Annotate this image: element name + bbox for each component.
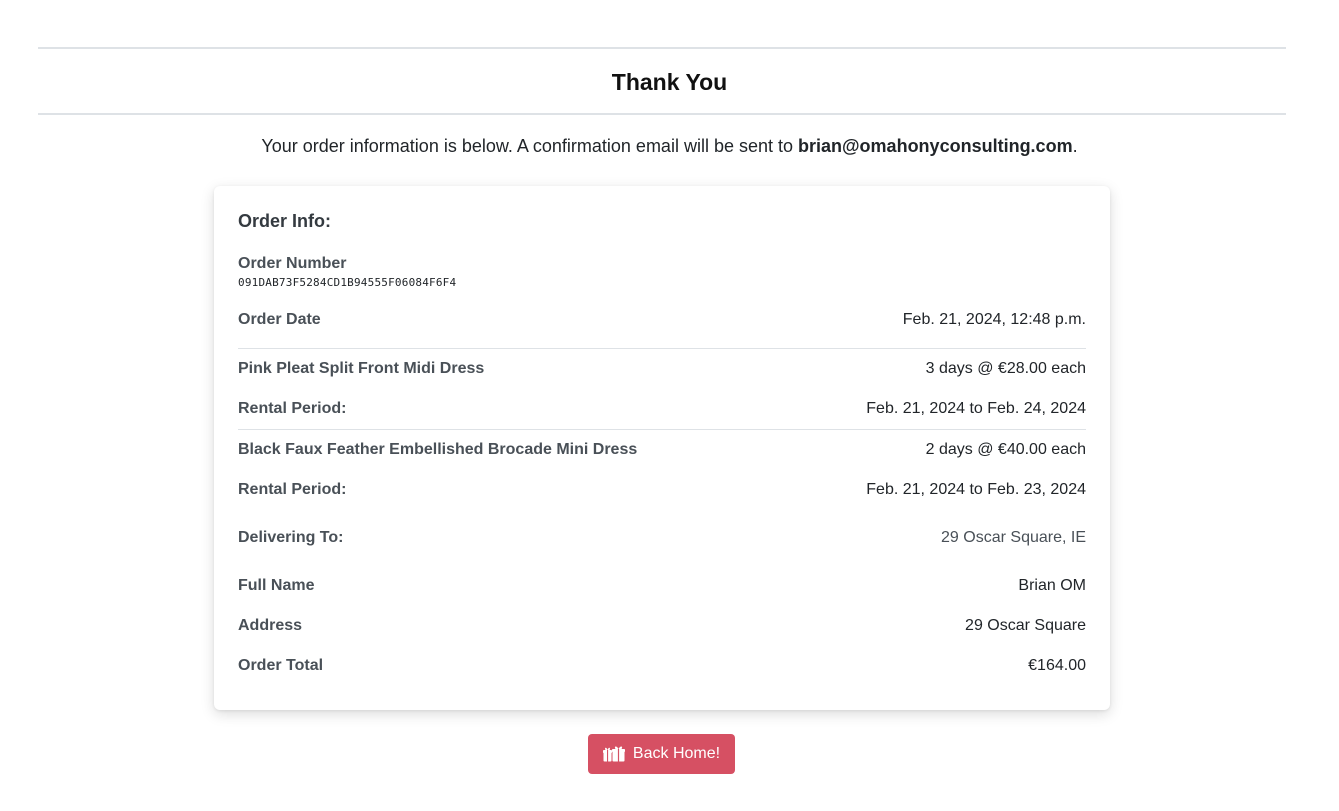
back-home-label: Back Home!: [632, 745, 721, 762]
address-value: 29 Oscar Square: [965, 617, 1086, 634]
rental-period-value: Feb. 21, 2024 to Feb. 24, 2024: [866, 400, 1086, 417]
order-date-row: Order Date Feb. 21, 2024, 12:48 p.m.: [238, 308, 1086, 332]
full-name-label: Full Name: [238, 577, 315, 594]
order-total-value: €164.00: [1028, 657, 1086, 674]
order-total-row: Order Total €164.00: [238, 654, 1086, 678]
item-name: Black Faux Feather Embellished Brocade M…: [238, 441, 638, 458]
order-info-card: Order Info: Order Number 091DAB73F5284CD…: [214, 186, 1110, 710]
divider: [238, 348, 1086, 349]
order-number-row: Order Number: [238, 252, 1086, 276]
confirmation-email: brian@omahonyconsulting.com: [798, 136, 1073, 156]
item-price: 2 days @ €40.00 each: [925, 441, 1086, 458]
order-date-value: Feb. 21, 2024, 12:48 p.m.: [902, 311, 1086, 328]
order-item-row: Black Faux Feather Embellished Brocade M…: [238, 438, 1086, 462]
delivering-to-label: Delivering To:: [238, 529, 344, 546]
item-price: 3 days @ €28.00 each: [925, 360, 1086, 377]
address-label: Address: [238, 617, 303, 634]
header-top-rule: [38, 47, 1286, 49]
gifts-icon: [602, 746, 625, 762]
divider: [238, 429, 1086, 430]
delivering-to-row: Delivering To: 29 Oscar Square, IE: [238, 526, 1086, 550]
header-bottom-rule: [38, 113, 1286, 115]
delivering-to-value: 29 Oscar Square, IE: [941, 529, 1086, 546]
order-number-label: Order Number: [238, 255, 347, 272]
page: Thank You Your order information is belo…: [0, 0, 1339, 811]
address-row: Address 29 Oscar Square: [238, 614, 1086, 638]
order-total-label: Order Total: [238, 657, 324, 674]
rental-period-row: Rental Period: Feb. 21, 2024 to Feb. 23,…: [238, 478, 1086, 502]
order-info-title: Order Info:: [238, 211, 331, 231]
rental-period-label: Rental Period:: [238, 400, 347, 417]
intro-suffix: .: [1072, 136, 1078, 156]
order-number-value: 091DAB73F5284CD1B94555F06084F6F4: [238, 276, 457, 289]
rental-period-row: Rental Period: Feb. 21, 2024 to Feb. 24,…: [238, 397, 1086, 421]
order-info-body: Order Info: Order Number 091DAB73F5284CD…: [238, 186, 1086, 710]
order-date-label: Order Date: [238, 311, 321, 328]
rental-period-value: Feb. 21, 2024 to Feb. 23, 2024: [866, 481, 1086, 498]
full-name-row: Full Name Brian OM: [238, 574, 1086, 598]
page-title: Thank You: [611, 69, 728, 95]
back-home-button[interactable]: Back Home!: [588, 734, 735, 774]
full-name-value: Brian OM: [1018, 577, 1086, 594]
intro-prefix: Your order information is below. A confi…: [261, 136, 798, 156]
item-name: Pink Pleat Split Front Midi Dress: [238, 360, 485, 377]
rental-period-label: Rental Period:: [238, 481, 347, 498]
order-item-row: Pink Pleat Split Front Midi Dress 3 days…: [238, 357, 1086, 381]
intro-text: Your order information is below. A confi…: [0, 134, 1339, 158]
